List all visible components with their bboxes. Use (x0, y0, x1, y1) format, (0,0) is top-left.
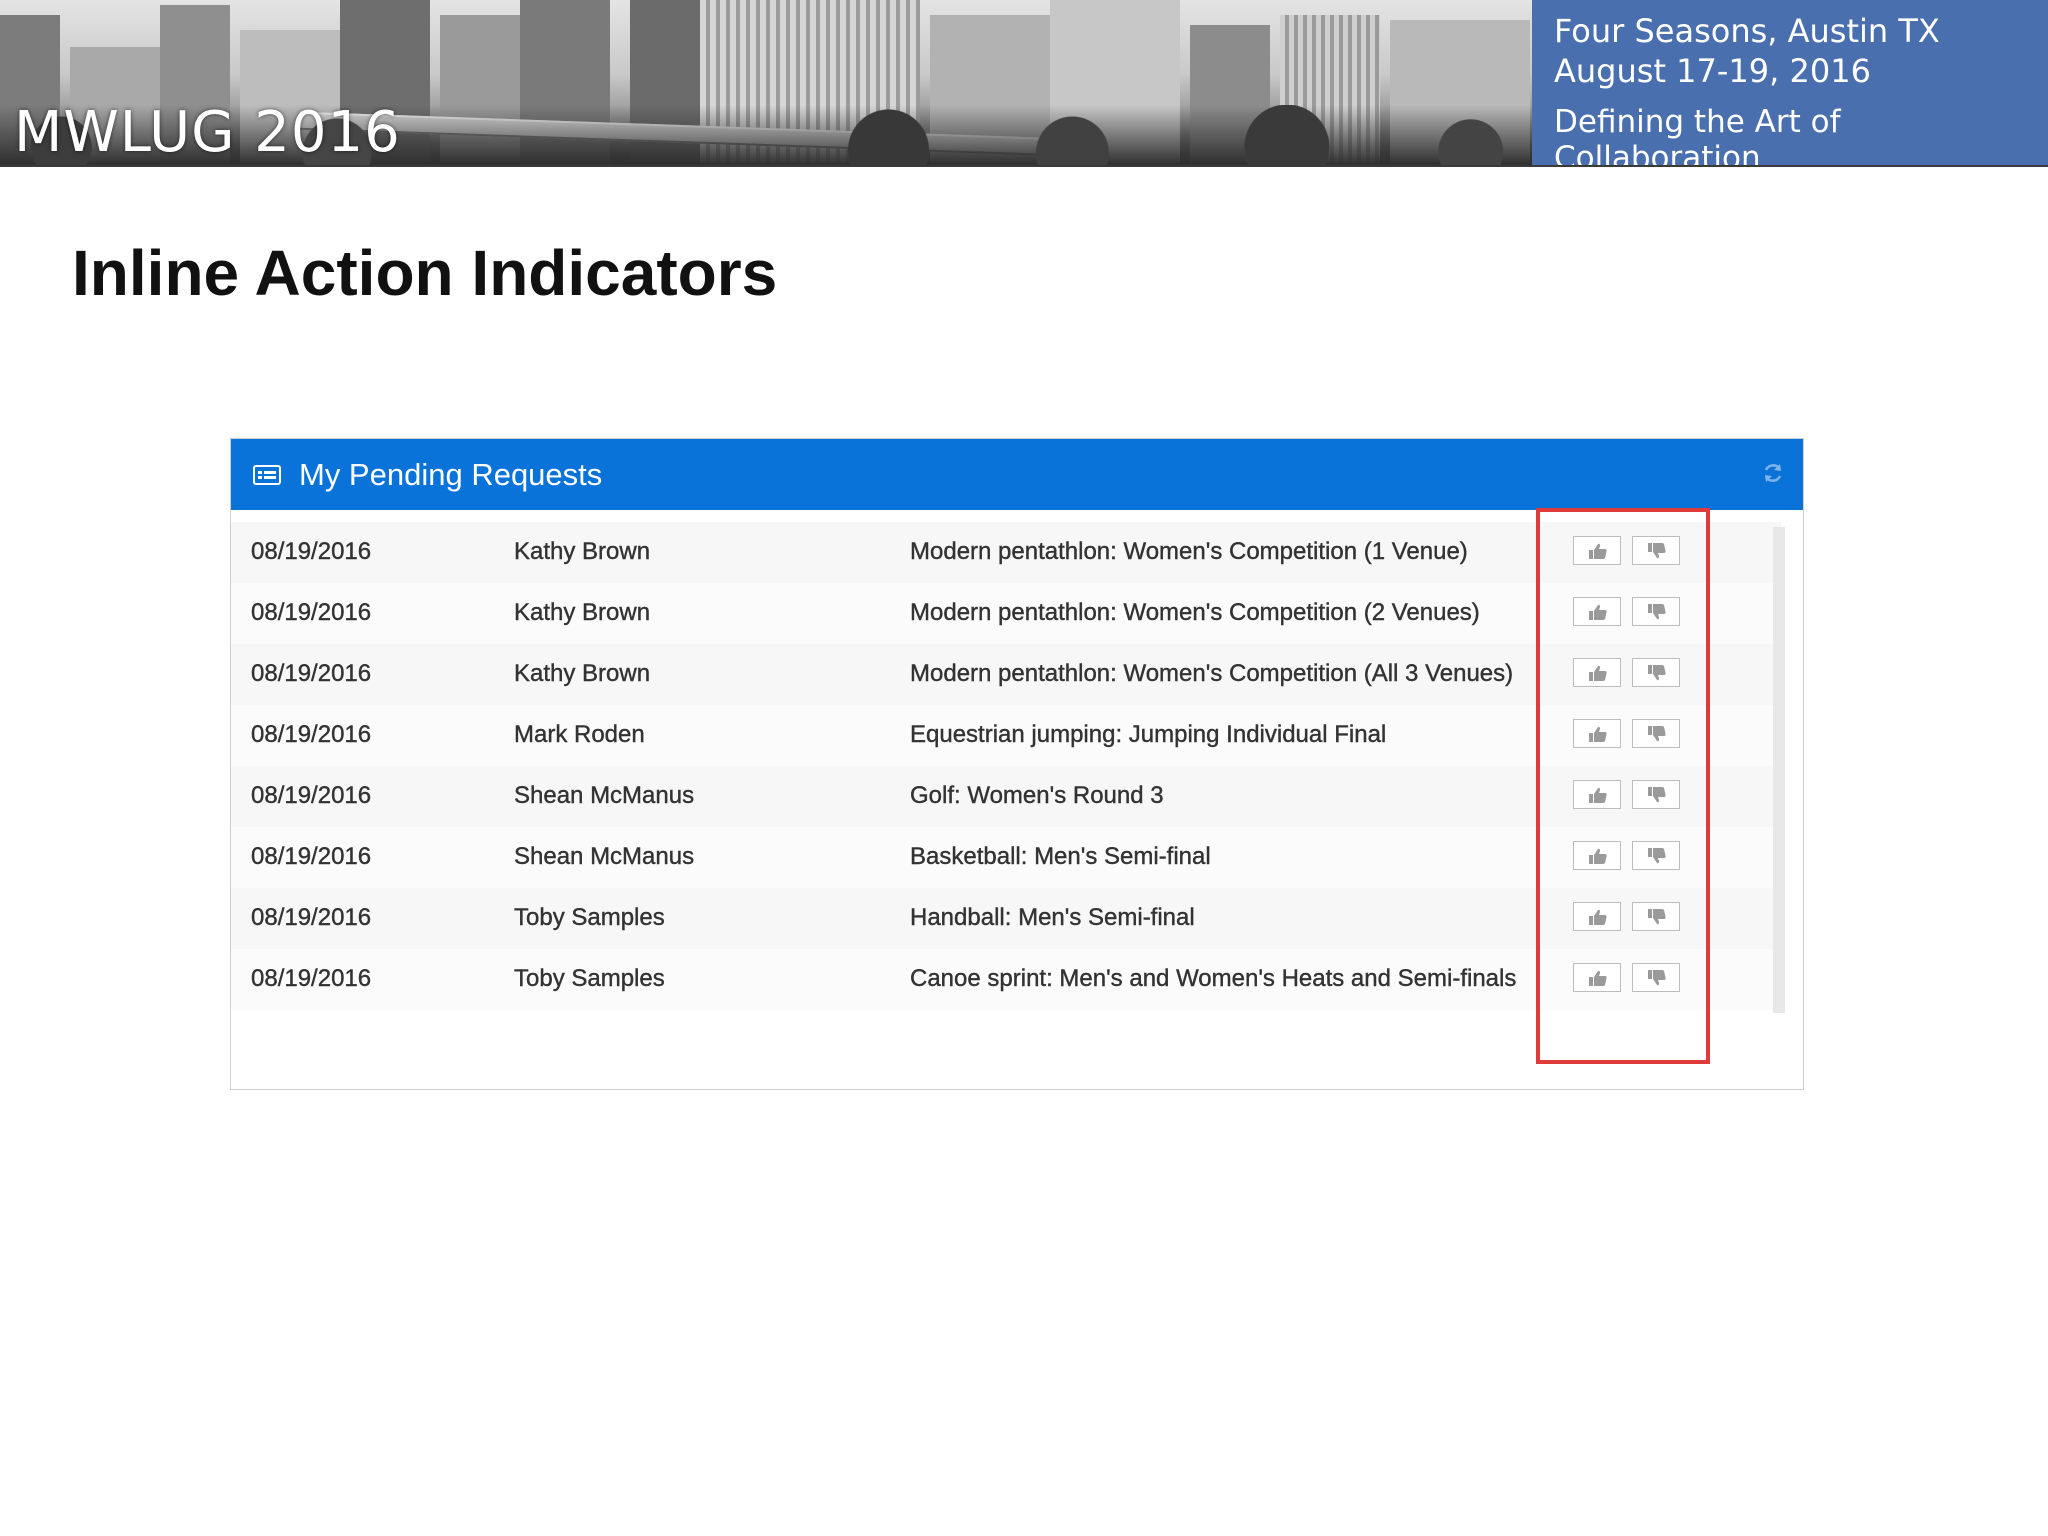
request-date: 08/19/2016 (251, 782, 372, 809)
refresh-icon[interactable] (1761, 461, 1785, 485)
request-date: 08/19/2016 (251, 843, 372, 870)
conference-banner: MWLUG 2016 Four Seasons, Austin TX Augus… (0, 0, 2048, 167)
slide-title: Inline Action Indicators (72, 237, 778, 309)
list-scrollbar[interactable] (1773, 527, 1785, 1013)
request-date: 08/19/2016 (251, 965, 372, 992)
request-event: Handball: Men's Semi-final (910, 904, 1195, 931)
request-event: Modern pentathlon: Women's Competition (… (910, 538, 1468, 565)
requester-name: Kathy Brown (514, 660, 651, 687)
request-event: Golf: Women's Round 3 (910, 782, 1164, 809)
panel-header: My Pending Requests (231, 439, 1803, 510)
request-date: 08/19/2016 (251, 904, 372, 931)
conference-logo: MWLUG 2016 (14, 100, 401, 165)
request-event: Basketball: Men's Semi-final (910, 843, 1211, 870)
request-event: Equestrian jumping: Jumping Individual F… (910, 721, 1387, 748)
requester-name: Kathy Brown (514, 599, 651, 626)
request-event: Modern pentathlon: Women's Competition (… (910, 660, 1514, 687)
panel-title: My Pending Requests (299, 457, 603, 492)
requester-name: Shean McManus (514, 782, 695, 809)
requester-name: Toby Samples (514, 904, 665, 931)
dates-text: August 17-19, 2016 (1554, 52, 1871, 90)
request-date: 08/19/2016 (251, 538, 372, 565)
list-icon (253, 465, 281, 485)
request-date: 08/19/2016 (251, 599, 372, 626)
conference-info: Four Seasons, Austin TX August 17-19, 20… (1532, 0, 2048, 165)
city-skyline-photo: MWLUG 2016 (0, 0, 1532, 165)
requester-name: Toby Samples (514, 965, 665, 992)
requester-name: Mark Roden (514, 721, 645, 748)
request-event: Canoe sprint: Men's and Women's Heats an… (910, 965, 1517, 992)
requester-name: Shean McManus (514, 843, 695, 870)
action-buttons-highlight (1536, 508, 1710, 1064)
requester-name: Kathy Brown (514, 538, 651, 565)
request-date: 08/19/2016 (251, 721, 372, 748)
request-event: Modern pentathlon: Women's Competition (… (910, 599, 1480, 626)
request-date: 08/19/2016 (251, 660, 372, 687)
tagline-text: Defining the Art of Collaboration (1554, 104, 1841, 167)
venue-text: Four Seasons, Austin TX (1554, 12, 1940, 50)
